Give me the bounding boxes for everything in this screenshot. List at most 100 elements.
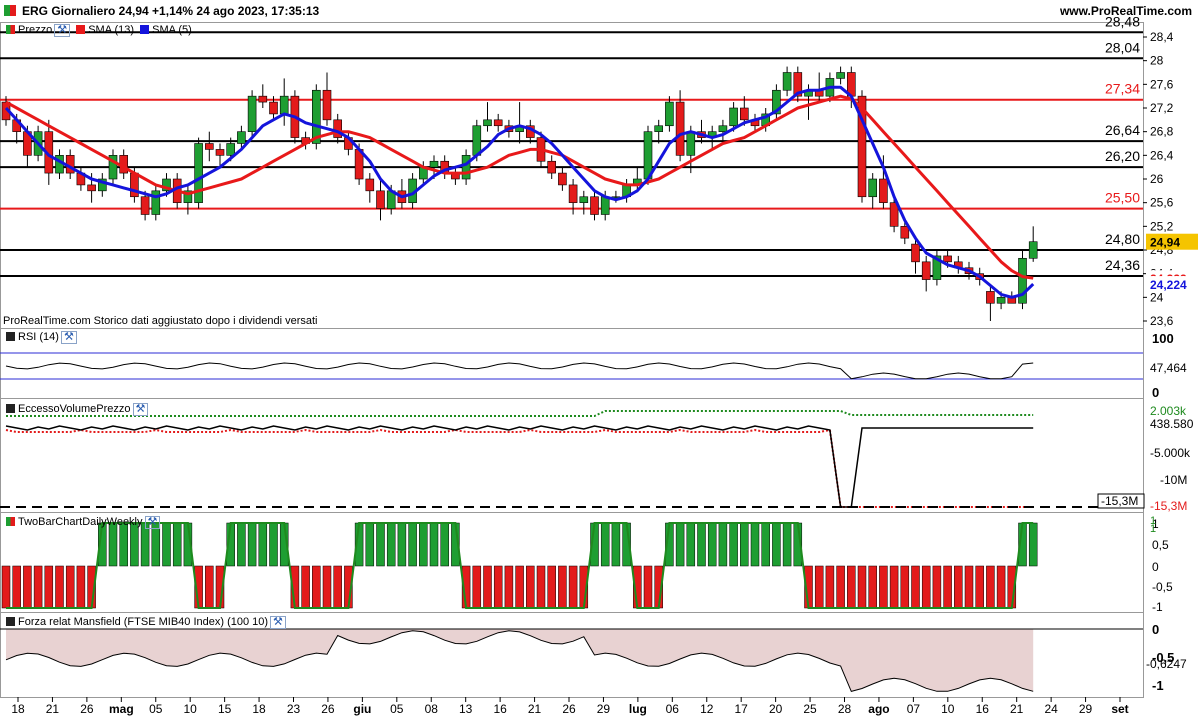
twobar-down [986, 565, 995, 609]
vol-tick-label: -5.000k [1150, 446, 1191, 460]
y-tick-label: 25,2 [1150, 219, 1174, 233]
x-tick-label: 20 [769, 702, 783, 716]
legend-mansfield: Forza relat Mansfield (FTSE MIB40 Index)… [18, 616, 269, 628]
twobar-down [558, 565, 567, 609]
h-line-label: 28,04 [1105, 39, 1140, 55]
twobar-down [954, 565, 963, 609]
mansfield-last-label: -0,6247 [1146, 657, 1187, 671]
twobar-up [386, 522, 396, 567]
candle-body [579, 196, 589, 203]
twobar-up [258, 522, 268, 567]
x-tick-label: lug [629, 702, 647, 716]
x-tick-label: 29 [597, 702, 611, 716]
h-line-label: 25,50 [1105, 190, 1140, 206]
candle-body [194, 143, 203, 203]
wrench-icon[interactable]: ⚒ [60, 331, 77, 344]
twobar-up [172, 522, 182, 567]
candle-body [237, 131, 246, 144]
twobar-up [140, 522, 150, 567]
candle-body [921, 261, 931, 280]
candle-body [782, 72, 792, 91]
candle-body [600, 196, 610, 215]
x-tick-label: 07 [907, 702, 921, 716]
rsi-line [5, 362, 1034, 380]
candle-body [87, 184, 96, 192]
candle-body [322, 89, 332, 121]
twobar-down [814, 565, 824, 609]
candle-body [215, 149, 225, 156]
x-tick-label: 24 [1044, 702, 1058, 716]
wrench-icon[interactable]: ⚒ [132, 403, 149, 416]
twobar-tick-label: 0 [1152, 560, 1159, 574]
legend-sma13: SMA (13) [88, 24, 135, 36]
x-tick-label: 29 [1079, 702, 1093, 716]
twobar-up [162, 522, 171, 567]
candle-body [900, 226, 910, 239]
mansfield-tick-label: 0 [1152, 622, 1159, 637]
twobar-legend: TwoBarChartDailyWeekly ⚒ [3, 515, 161, 529]
x-tick-label: 17 [735, 702, 749, 716]
twobar-down [76, 565, 86, 609]
candle-body [130, 172, 139, 198]
candle-body [718, 125, 728, 132]
twobar-up [707, 522, 717, 567]
wrench-icon[interactable]: ⚒ [54, 24, 71, 37]
candle-body [547, 160, 557, 174]
candle-body [279, 95, 289, 115]
x-tick-label: 25 [803, 702, 817, 716]
twobar-up [119, 522, 128, 567]
volume-legend: EccessoVolumePrezzo ⚒ [3, 402, 149, 416]
candle-body [493, 119, 503, 127]
candle-body [665, 101, 674, 127]
twobar-up [772, 522, 781, 567]
twobar-up [429, 522, 439, 567]
twobar-down [568, 565, 578, 609]
twobar-up [365, 522, 375, 567]
twobar-swatch [6, 517, 15, 526]
twobar-down [333, 565, 342, 609]
x-tick-label: mag [109, 702, 134, 716]
twobar-down [312, 565, 321, 609]
twobar-value-label: 1 [1150, 523, 1156, 535]
candle-body [675, 101, 685, 156]
vol-tick-label: -10M [1160, 473, 1187, 487]
wrench-icon[interactable]: ⚒ [270, 616, 286, 629]
twobar-down [889, 565, 899, 609]
candle-body [911, 243, 920, 263]
candle-body [365, 178, 375, 192]
twobar-down [472, 565, 482, 609]
vol-value-label: -15,3M [1101, 494, 1138, 508]
twobar-up [247, 522, 257, 567]
twobar-up [130, 522, 139, 567]
twobar-down [921, 565, 931, 609]
x-tick-label: 06 [666, 702, 680, 716]
candle-body [868, 178, 878, 198]
y-tick-label: 26,4 [1150, 148, 1174, 162]
twobar-tick-label: -1 [1152, 600, 1163, 614]
candle-body [376, 190, 385, 209]
x-tick-label: 18 [252, 702, 266, 716]
candle-body [654, 125, 664, 132]
mansfield-legend: Forza relat Mansfield (FTSE MIB40 Index)… [3, 615, 286, 629]
x-tick-label: 23 [287, 702, 301, 716]
twobar-down [493, 565, 503, 609]
candle-body [986, 291, 995, 304]
twobar-down [825, 565, 835, 609]
twobar-down [301, 565, 310, 609]
twobar-down [515, 565, 524, 609]
candle-body [258, 95, 268, 103]
candle-body [558, 172, 567, 186]
twobar-down [996, 565, 1006, 609]
twobar-down [847, 565, 856, 609]
twobar-down [504, 565, 514, 609]
legend-price: Prezzo [18, 24, 53, 36]
x-tick-label: 18 [11, 702, 25, 716]
twobar-up [408, 522, 417, 567]
h-line-label: 24,36 [1105, 257, 1140, 273]
wrench-icon[interactable]: ⚒ [144, 516, 161, 529]
x-tick-label: 21 [46, 702, 60, 716]
twobar-up [419, 522, 428, 567]
y-tick-label: 24 [1150, 290, 1164, 304]
panel-frame [0, 22, 1144, 329]
candle-body [590, 196, 599, 215]
